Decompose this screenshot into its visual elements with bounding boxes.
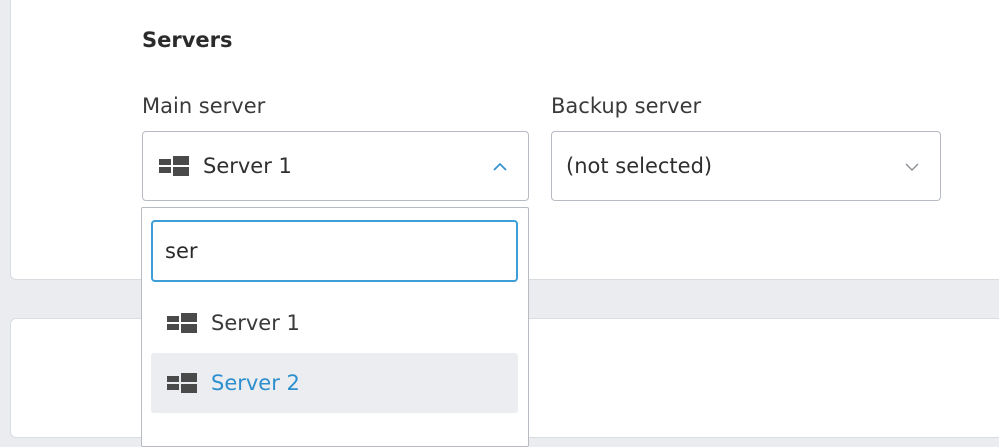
backup-server-select[interactable]: (not selected) bbox=[551, 131, 941, 201]
main-server-select[interactable]: Server 1 bbox=[142, 131, 529, 201]
main-server-label: Main server bbox=[142, 94, 266, 118]
option-label: Server 2 bbox=[211, 371, 300, 395]
main-server-dropdown: Server 1 Server 2 bbox=[141, 207, 529, 447]
dropdown-option-server-2[interactable]: Server 2 bbox=[151, 353, 518, 413]
section-title: Servers bbox=[142, 28, 233, 52]
chevron-down-icon[interactable] bbox=[892, 146, 932, 186]
windows-icon bbox=[167, 373, 197, 393]
windows-icon bbox=[159, 156, 189, 176]
dropdown-search-input[interactable] bbox=[151, 220, 518, 282]
windows-icon bbox=[167, 313, 197, 333]
main-server-value: Server 1 bbox=[203, 154, 292, 178]
option-label: Server 1 bbox=[211, 311, 300, 335]
dropdown-option-server-1[interactable]: Server 1 bbox=[151, 293, 518, 353]
backup-server-label: Backup server bbox=[551, 94, 702, 118]
chevron-up-icon[interactable] bbox=[480, 146, 520, 186]
backup-server-value: (not selected) bbox=[566, 154, 713, 178]
